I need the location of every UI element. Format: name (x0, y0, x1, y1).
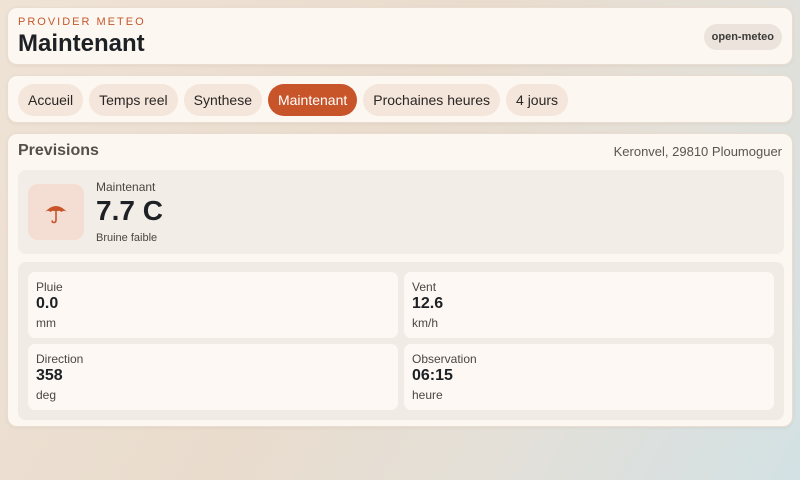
metric-value: 12.6 (412, 295, 444, 312)
metric-value: 358 (36, 367, 63, 384)
current-description: Bruine faible (96, 232, 158, 244)
current-label: Maintenant (96, 180, 156, 194)
metric-direction: Direction 358 deg (28, 344, 398, 410)
provider-label: PROVIDER METEO (18, 16, 146, 28)
tab-accueil[interactable]: Accueil (18, 84, 84, 116)
metric-rain: Pluie 0.0 mm (28, 272, 398, 338)
forecast-card: Previsions Keronvel, 29810 Ploumoguer Ma… (7, 133, 793, 427)
tab-temps-reel[interactable]: Temps reel (89, 84, 178, 116)
tabs-list: Accueil Temps reel Synthese Maintenant P… (18, 84, 569, 116)
provider-badge: open-meteo (703, 24, 782, 50)
location-text: Keronvel, 29810 Ploumoguer (613, 144, 782, 159)
tab-prochaines-heures[interactable]: Prochaines heures (363, 84, 501, 116)
metric-value: 0.0 (36, 295, 59, 312)
metric-unit: deg (36, 388, 57, 402)
tab-maintenant[interactable]: Maintenant (267, 84, 358, 116)
metric-label: Direction (36, 352, 84, 366)
metrics-grid: Pluie 0.0 mm Vent 12.6 km/h Direction 35… (18, 262, 784, 420)
tab-4-jours[interactable]: 4 jours (506, 84, 569, 116)
umbrella-icon (28, 184, 84, 240)
metric-unit: heure (412, 388, 443, 402)
header-card: PROVIDER METEO Maintenant open-meteo (7, 7, 793, 65)
metric-unit: km/h (412, 316, 439, 330)
current-temperature: 7.7 C (96, 195, 163, 226)
section-title: Previsions (18, 142, 99, 159)
page-title: Maintenant (18, 30, 145, 57)
tab-synthese[interactable]: Synthese (183, 84, 262, 116)
tab-bar: Accueil Temps reel Synthese Maintenant P… (7, 75, 793, 123)
metric-wind: Vent 12.6 km/h (404, 272, 774, 338)
metric-value: 06:15 (412, 367, 453, 384)
metric-label: Observation (412, 352, 477, 366)
metric-label: Pluie (36, 280, 63, 294)
metric-label: Vent (412, 280, 437, 294)
metric-unit: mm (36, 316, 56, 330)
metric-observation: Observation 06:15 heure (404, 344, 774, 410)
current-conditions-panel: Maintenant 7.7 C Bruine faible (18, 170, 784, 254)
